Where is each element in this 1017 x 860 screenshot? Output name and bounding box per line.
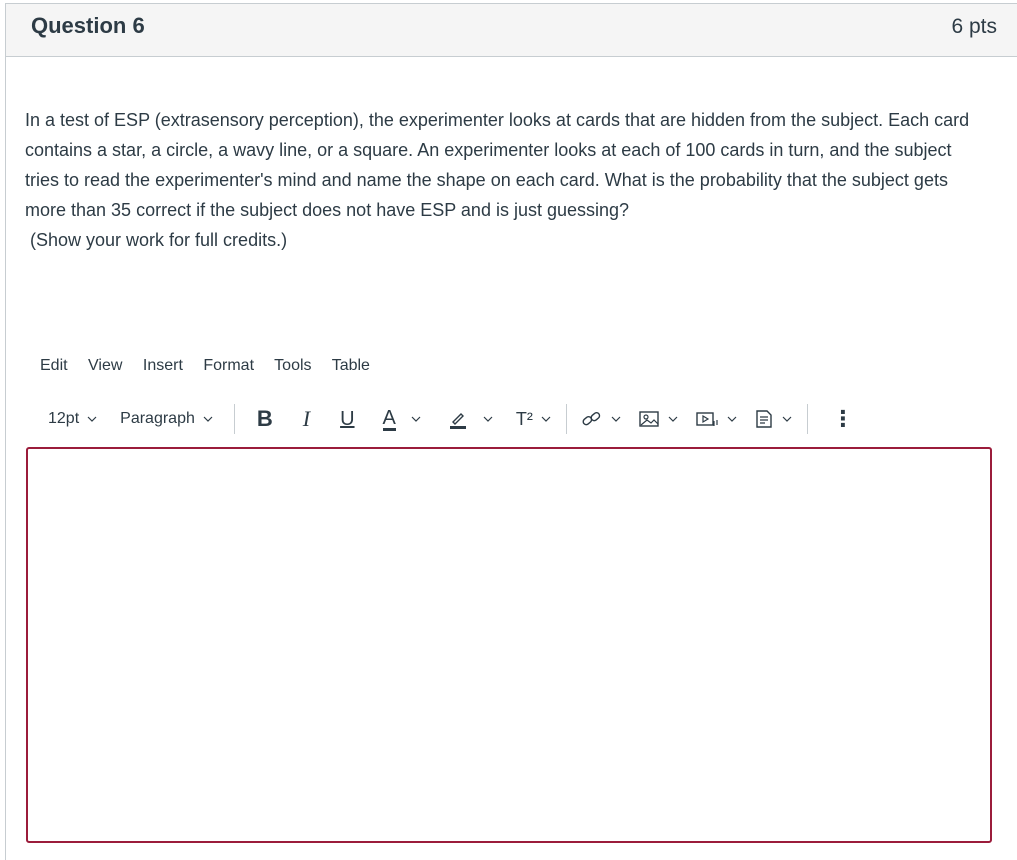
question-note: (Show your work for full credits.) — [30, 230, 288, 250]
italic-icon: I — [302, 406, 311, 431]
text-color-icon: A — [382, 406, 396, 431]
question-header: Question 6 6 pts — [6, 4, 1017, 57]
bold-button[interactable]: B — [257, 406, 273, 432]
underline-button[interactable]: U — [340, 408, 354, 431]
chevron-down-icon — [483, 416, 493, 422]
menu-insert[interactable]: Insert — [143, 357, 183, 374]
highlight-button[interactable] — [448, 409, 494, 429]
underline-icon: U — [340, 407, 355, 430]
media-button[interactable] — [695, 409, 738, 429]
question-points: 6 pts — [951, 15, 997, 38]
toolbar-divider — [565, 404, 567, 434]
chevron-down-icon — [611, 416, 621, 422]
chevron-down-icon — [411, 416, 421, 422]
bold-icon: B — [256, 406, 273, 431]
chevron-down-icon — [87, 416, 97, 422]
chevron-down-icon — [541, 416, 551, 422]
link-button[interactable] — [581, 409, 622, 429]
document-icon — [756, 410, 772, 428]
document-button[interactable] — [754, 409, 793, 429]
superscript-button[interactable]: T² — [516, 409, 552, 430]
toolbar-divider — [806, 404, 808, 434]
editor-menubar: Edit View Insert Format Tools Table — [40, 357, 386, 375]
font-size-select[interactable]: 12pt — [48, 410, 98, 428]
question-text: In a test of ESP (extrasensory perceptio… — [25, 105, 990, 255]
chevron-down-icon — [668, 416, 678, 422]
chevron-down-icon — [727, 416, 737, 422]
toolbar-divider — [233, 404, 235, 434]
editor-toolbar: 12pt Paragraph B I U A T² ⋮ — [40, 403, 854, 435]
more-icon: ⋮ — [831, 406, 854, 431]
font-size-value: 12pt — [48, 410, 80, 427]
link-icon — [582, 412, 601, 426]
question-body: In a test of ESP (extrasensory perceptio… — [25, 110, 970, 220]
text-color-button[interactable]: A — [382, 406, 422, 431]
menu-table[interactable]: Table — [332, 357, 370, 374]
menu-format[interactable]: Format — [203, 357, 254, 374]
block-format-select[interactable]: Paragraph — [120, 410, 214, 428]
chevron-down-icon — [782, 416, 792, 422]
question-title: Question 6 — [31, 13, 145, 38]
more-button[interactable]: ⋮ — [832, 406, 854, 432]
menu-edit[interactable]: Edit — [40, 357, 68, 374]
chevron-down-icon — [203, 416, 213, 422]
media-icon — [696, 412, 718, 426]
block-format-value: Paragraph — [120, 410, 195, 427]
highlight-icon — [449, 413, 466, 429]
menu-view[interactable]: View — [88, 357, 122, 374]
superscript-icon: T² — [515, 408, 533, 429]
menu-tools[interactable]: Tools — [274, 357, 311, 374]
answer-editor[interactable] — [26, 447, 992, 843]
image-icon — [639, 411, 659, 427]
italic-button[interactable]: I — [303, 406, 310, 432]
image-button[interactable] — [638, 409, 679, 429]
